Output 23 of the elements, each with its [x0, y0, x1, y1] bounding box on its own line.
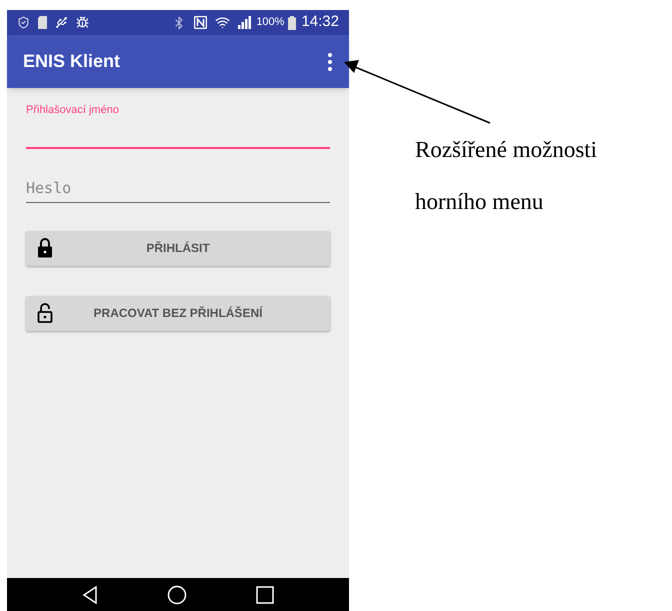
recents-icon[interactable]: [256, 586, 274, 604]
padlock-icon: [37, 238, 53, 258]
annotation-text: horního menu: [415, 188, 544, 216]
home-icon[interactable]: [166, 584, 187, 604]
wifi-icon: [215, 15, 230, 30]
field-label: Přihlašovací jméno: [26, 103, 120, 118]
usb-icon: [55, 16, 68, 29]
password-field[interactable]: Heslo: [26, 174, 330, 202]
nfc-icon: [194, 16, 208, 29]
battery-icon: [288, 16, 296, 30]
bug-icon: [76, 16, 89, 29]
offline-button[interactable]: PRACOVAT BEZ PŘIHLÁŠENÍ: [26, 296, 330, 330]
shield-icon: [17, 16, 30, 29]
annotation-text: Rozšířené možnosti: [415, 136, 598, 164]
signal-icon: [238, 16, 252, 29]
app-title: ENIS Klient: [23, 50, 122, 73]
clock-time: 14:32: [301, 12, 339, 32]
login-button[interactable]: PŘIHLÁSIT: [26, 230, 330, 266]
battery-percent: 100%: [256, 15, 284, 30]
overflow-menu-button[interactable]: [327, 52, 333, 70]
back-icon[interactable]: [82, 586, 98, 604]
sd-card-icon: [38, 16, 47, 29]
unlocked-padlock-icon: [37, 303, 53, 323]
